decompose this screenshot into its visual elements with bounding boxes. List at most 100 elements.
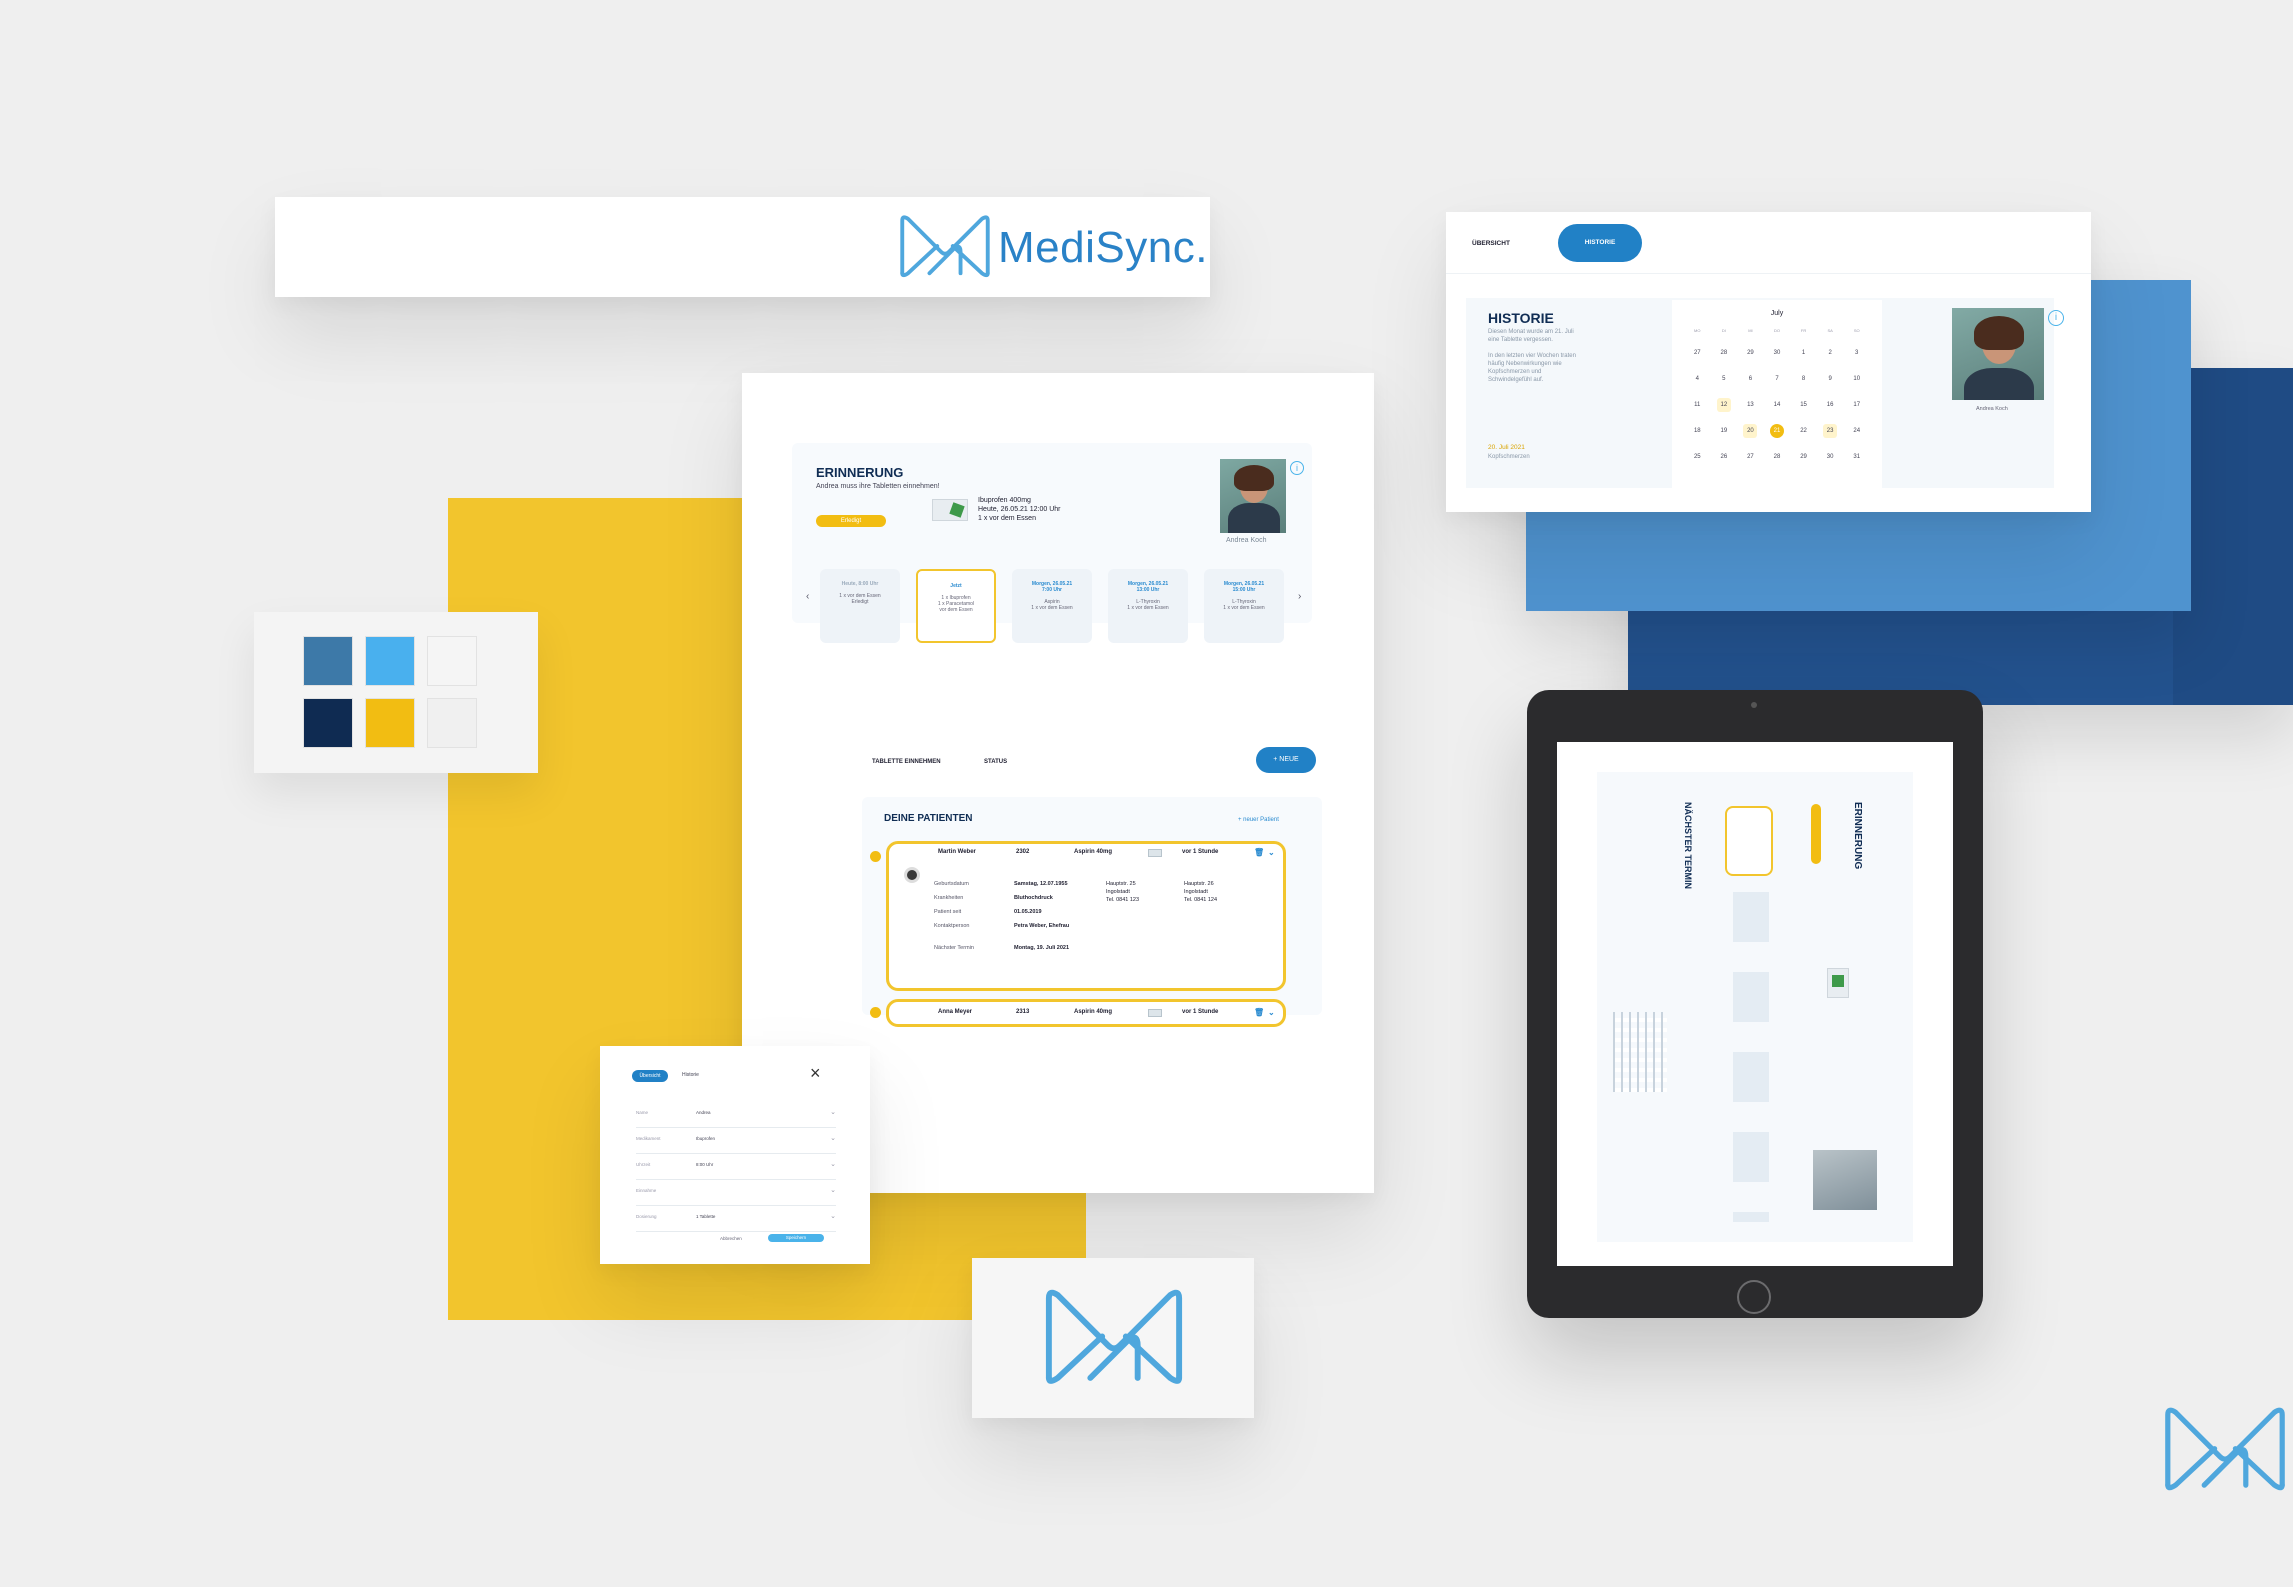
modal-tab-overview[interactable]: Übersicht [632, 1070, 668, 1082]
modal-field[interactable]: Name Andrea ⌄ [636, 1102, 836, 1128]
chevron-down-icon[interactable]: ⌄ [830, 1186, 836, 1194]
patient-avatar-history[interactable] [1952, 308, 2044, 400]
done-button[interactable]: Erledigt [816, 515, 886, 527]
chevron-down-icon[interactable]: ⌄ [830, 1160, 836, 1168]
calendar-day[interactable]: 30 [1823, 450, 1837, 464]
calendar-day[interactable]: 7 [1770, 372, 1784, 386]
calendar-day[interactable]: 6 [1743, 372, 1757, 386]
info-icon-history[interactable]: i [2048, 310, 2064, 326]
chevron-down-icon[interactable]: ⌄ [1268, 848, 1275, 857]
calendar-day[interactable]: 29 [1743, 346, 1757, 360]
calendar-day[interactable]: 5 [1717, 372, 1731, 386]
modal-field[interactable]: Medikament Ibuprofen ⌄ [636, 1128, 836, 1154]
contact-1-line: Tel. 0841 123 [1106, 897, 1140, 903]
chevron-left-icon[interactable]: ‹ [806, 591, 809, 602]
calendar-day[interactable]: 11 [1690, 398, 1704, 412]
calendar-day[interactable]: 24 [1850, 424, 1864, 438]
modal-field[interactable]: Uhrzeit 8:00 Uhr ⌄ [636, 1154, 836, 1180]
calendar-day[interactable]: 19 [1717, 424, 1731, 438]
calendar-day[interactable]: 21 [1769, 424, 1784, 438]
contact-2-line: Hauptstr. 26 [1184, 881, 1214, 887]
calendar-day[interactable]: 28 [1770, 450, 1784, 464]
trash-icon[interactable]: 🗑 [1254, 1008, 1264, 1017]
chevron-right-icon[interactable]: › [1298, 591, 1301, 602]
calendar-day[interactable]: 15 [1797, 398, 1811, 412]
calendar-day[interactable]: 27 [1743, 450, 1757, 464]
chevron-down-icon[interactable]: ⌄ [830, 1134, 836, 1142]
tablet-yellow-action[interactable] [1811, 804, 1821, 864]
tablet-camera [1751, 702, 1757, 708]
tablet-avatar[interactable] [1813, 1150, 1877, 1210]
tablet-next-title: NÄCHSTER TERMIN [1683, 802, 1693, 889]
close-icon[interactable]: × [810, 1064, 821, 1082]
weekday-label: SO [1853, 328, 1860, 333]
palette-swatch [427, 698, 477, 748]
tablet-calendar [1613, 1012, 1667, 1092]
chevron-down-icon[interactable]: ⌄ [1268, 1008, 1275, 1017]
new-button[interactable]: + NEUE [1256, 747, 1316, 773]
calendar-day[interactable]: 22 [1797, 424, 1811, 438]
patient-med: Aspirin 40mg [1074, 849, 1113, 855]
calendar-day[interactable]: 12 [1716, 398, 1731, 412]
modal-field-label: Name [636, 1110, 649, 1115]
history-date[interactable]: 20. Juli 2021 [1488, 444, 1525, 451]
modal-field-label: Einnahme [636, 1188, 657, 1193]
calendar-day[interactable]: 17 [1850, 398, 1864, 412]
trash-icon[interactable]: 🗑 [1254, 848, 1264, 857]
calendar-day[interactable]: 29 [1797, 450, 1811, 464]
tablet-pill-icon [1827, 968, 1849, 998]
filter-status[interactable]: STATUS [984, 759, 1007, 765]
info-icon[interactable]: i [1290, 461, 1304, 475]
slot-title: Jetzt [950, 583, 962, 589]
calendar-day[interactable]: 26 [1717, 450, 1731, 464]
slot-sub: 7:00 Uhr [1041, 587, 1062, 593]
reminder-slot[interactable]: Morgen, 26.05.21 13:00 Uhr L-Thyroxin 1 x v… [1108, 569, 1188, 643]
modal-field[interactable]: Dosierung 1 Tablette ⌄ [636, 1206, 836, 1232]
calendar-day[interactable]: 4 [1690, 372, 1704, 386]
calendar-day[interactable]: 1 [1797, 346, 1811, 360]
calendar-week: 18 19 20 21 22 23 24 [1684, 418, 1870, 444]
calendar-day[interactable]: 16 [1823, 398, 1837, 412]
tablet-slot-active[interactable] [1725, 806, 1773, 876]
tablet-home-button[interactable] [1737, 1280, 1771, 1314]
slot-line2: 1 x vor dem Essen [1223, 605, 1265, 611]
weekday-label: DO [1773, 328, 1780, 333]
modal-field[interactable]: Einnahme ⌄ [636, 1180, 836, 1206]
calendar-day[interactable]: 25 [1690, 450, 1704, 464]
calendar-day[interactable]: 23 [1823, 424, 1838, 438]
calendar-day[interactable]: 8 [1797, 372, 1811, 386]
chevron-down-icon[interactable]: ⌄ [830, 1212, 836, 1220]
med-time: Heute, 26.05.21 12:00 Uhr [978, 506, 1061, 513]
chevron-down-icon[interactable]: ⌄ [830, 1108, 836, 1116]
calendar-day[interactable]: 20 [1743, 424, 1758, 438]
tab-history[interactable]: HISTORIE [1558, 224, 1642, 262]
save-button[interactable]: Speichern [768, 1234, 824, 1242]
modal-field-label: Dosierung [636, 1214, 657, 1219]
filter-tablet[interactable]: TABLETTE EINNEHMEN [872, 759, 941, 765]
tab-overview[interactable]: ÜBERSICHT [1472, 240, 1510, 247]
cancel-button[interactable]: Abbrechen [720, 1236, 742, 1241]
calendar-day[interactable]: 30 [1770, 346, 1784, 360]
reminder-slot[interactable]: Morgen, 26.05.21 7:00 Uhr Aspirin 1 x vor d… [1012, 569, 1092, 643]
calendar-day[interactable]: 9 [1823, 372, 1837, 386]
status-dot-2 [870, 1007, 881, 1018]
reminder-slot[interactable]: Morgen, 26.05.21 15:00 Uhr L-Thyroxin 1 x v… [1204, 569, 1284, 643]
calendar-day[interactable]: 13 [1743, 398, 1757, 412]
modal-tab-history[interactable]: Historie [682, 1072, 699, 1078]
calendar-day[interactable]: 2 [1823, 346, 1837, 360]
calendar-day[interactable]: 28 [1717, 346, 1731, 360]
calendar-day[interactable]: 18 [1690, 424, 1704, 438]
calendar-day[interactable]: 31 [1850, 450, 1864, 464]
patient-name: Anna Meyer [938, 1009, 973, 1015]
calendar-day[interactable]: 27 [1690, 346, 1704, 360]
reminder-title: ERINNERUNG [816, 465, 904, 480]
calendar-day[interactable]: 3 [1850, 346, 1864, 360]
new-patient-link[interactable]: + neuer Patient [1238, 817, 1279, 823]
reminder-slot[interactable]: Heute, 8:00 Uhr 1 x vor dem Essen Erledigt [820, 569, 900, 643]
calendar-week: 4 5 6 7 8 9 10 [1684, 366, 1870, 392]
reminder-slot[interactable]: Jetzt 1 x Ibuprofen 1 x Paracetamol vor dem… [916, 569, 996, 643]
tablet-screen: ERINNERUNG NÄCHSTER TERMIN [1557, 742, 1953, 1266]
calendar-day[interactable]: 10 [1850, 372, 1864, 386]
calendar-day[interactable]: 14 [1770, 398, 1784, 412]
patient-avatar[interactable] [1220, 459, 1286, 533]
